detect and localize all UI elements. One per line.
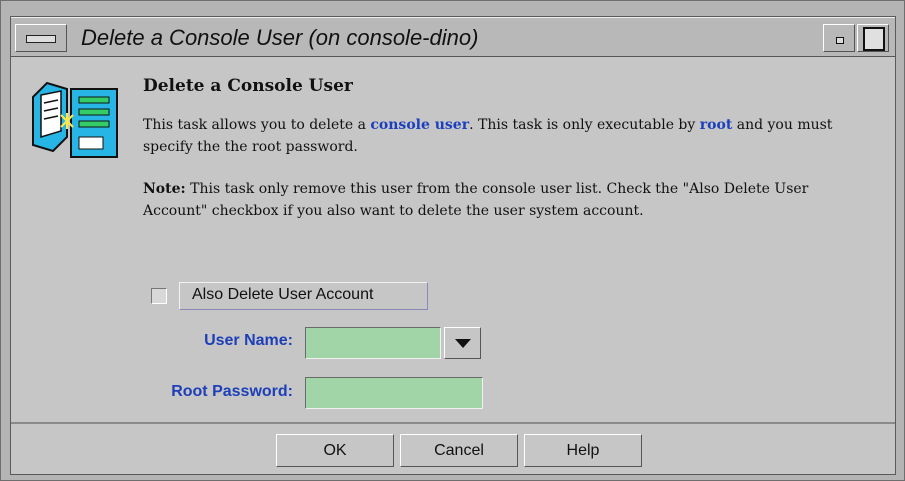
- user-name-field[interactable]: [305, 327, 441, 359]
- maximize-icon: [863, 27, 885, 51]
- dialog-window: Delete a Console User (on console-dino): [10, 16, 896, 475]
- user-name-label: User Name:: [204, 332, 293, 349]
- desc-text-2: . This task is only executable by: [469, 117, 700, 133]
- root-password-label: Root Password:: [171, 383, 293, 400]
- desc-text-1: This task allows you to delete a: [143, 117, 371, 133]
- task-note: Note: This task only remove this user fr…: [143, 178, 863, 222]
- note-text: This task only remove this user from the…: [143, 181, 809, 219]
- task-description: This task allows you to delete a console…: [143, 114, 863, 158]
- also-delete-checkbox-label[interactable]: Also Delete User Account: [179, 282, 428, 310]
- minimize-button[interactable]: [823, 24, 855, 52]
- cancel-button[interactable]: Cancel: [400, 434, 518, 467]
- console-user-task-icon: [32, 81, 118, 158]
- window-menu-icon: [26, 35, 56, 43]
- title-bar[interactable]: Delete a Console User (on console-dino): [11, 17, 895, 57]
- console-user-link[interactable]: console user: [370, 117, 469, 133]
- ok-button[interactable]: OK: [276, 434, 394, 467]
- window-menu-button[interactable]: [15, 24, 67, 52]
- task-heading: Delete a Console User: [143, 76, 353, 96]
- button-bar: OK Cancel Help: [11, 422, 895, 474]
- dropdown-arrow-icon: [455, 339, 471, 348]
- maximize-button[interactable]: [857, 24, 889, 52]
- minimize-icon: [836, 37, 844, 44]
- help-button[interactable]: Help: [524, 434, 642, 467]
- dialog-content: Delete a Console User This task allows y…: [11, 57, 895, 422]
- window-title: Delete a Console User (on console-dino): [81, 25, 479, 50]
- root-link[interactable]: root: [700, 117, 733, 133]
- note-label: Note:: [143, 181, 186, 197]
- user-name-dropdown-button[interactable]: [444, 327, 481, 359]
- also-delete-checkbox[interactable]: [151, 288, 167, 304]
- window-frame: Delete a Console User (on console-dino): [0, 0, 905, 481]
- root-password-field[interactable]: [305, 377, 483, 409]
